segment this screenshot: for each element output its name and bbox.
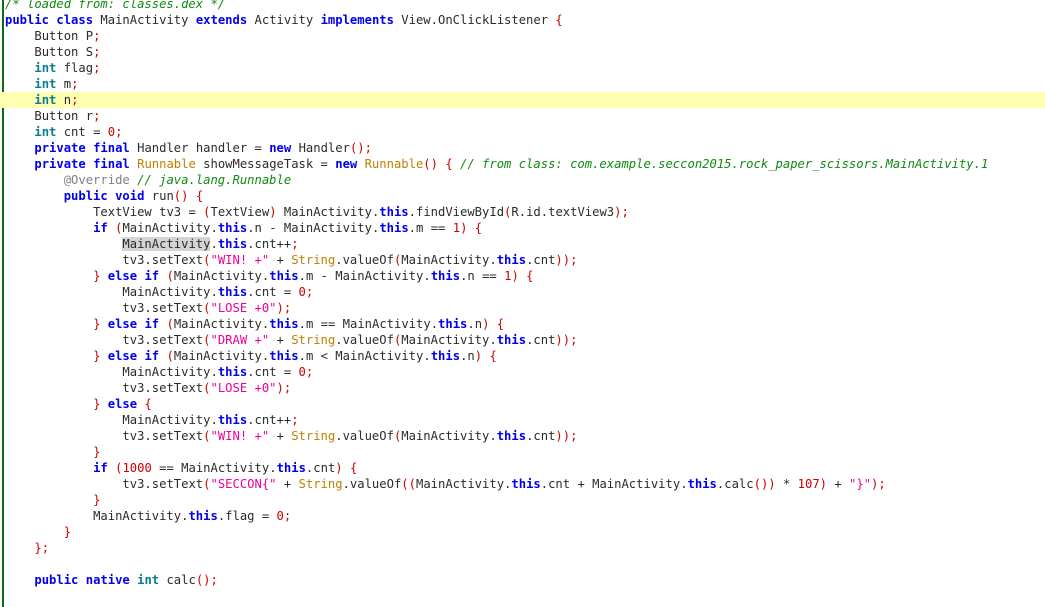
code-line[interactable]: Button r; (0, 108, 1045, 124)
code-editor-view[interactable]: /* loaded from: classes.dex */public cla… (0, 0, 1045, 607)
code-line[interactable]: tv3.setText("WIN! +" + String.valueOf(Ma… (0, 428, 1045, 444)
code-line[interactable]: MainActivity.this.cnt++; (0, 412, 1045, 428)
code-line[interactable]: tv3.setText("LOSE +0"); (0, 300, 1045, 316)
code-line[interactable]: } else { (0, 396, 1045, 412)
code-line[interactable]: tv3.setText("DRAW +" + String.valueOf(Ma… (0, 332, 1045, 348)
code-line[interactable]: tv3.setText("SECCON{" + String.valueOf((… (0, 476, 1045, 492)
code-line[interactable]: } else if (MainActivity.this.m < MainAct… (0, 348, 1045, 364)
code-line[interactable]: tv3.setText("WIN! +" + String.valueOf(Ma… (0, 252, 1045, 268)
code-line[interactable]: } (0, 524, 1045, 540)
code-line[interactable]: TextView tv3 = (TextView) MainActivity.t… (0, 204, 1045, 220)
code-line[interactable] (0, 588, 1045, 604)
code-line[interactable]: MainActivity.this.flag = 0; (0, 508, 1045, 524)
code-line[interactable]: int n; (0, 92, 1045, 108)
code-line[interactable]: int m; (0, 76, 1045, 92)
code-line[interactable]: /* loaded from: classes.dex */ (0, 0, 1045, 12)
code-line[interactable]: MainActivity.this.cnt = 0; (0, 284, 1045, 300)
code-line[interactable]: } (0, 492, 1045, 508)
code-line[interactable]: private final Runnable showMessageTask =… (0, 156, 1045, 172)
code-line[interactable]: public void run() { (0, 188, 1045, 204)
code-line[interactable]: } (0, 444, 1045, 460)
code-line[interactable]: Button S; (0, 44, 1045, 60)
code-line[interactable]: tv3.setText("LOSE +0"); (0, 380, 1045, 396)
selected-token: MainActivity (122, 237, 211, 251)
code-line[interactable]: }; (0, 540, 1045, 556)
code-line[interactable]: private final Handler handler = new Hand… (0, 140, 1045, 156)
code-line[interactable]: int cnt = 0; (0, 124, 1045, 140)
code-line[interactable]: public class MainActivity extends Activi… (0, 12, 1045, 28)
code-line[interactable]: MainActivity.this.cnt = 0; (0, 364, 1045, 380)
code-line[interactable]: @Override // java.lang.Runnable (0, 172, 1045, 188)
code-line[interactable]: int flag; (0, 60, 1045, 76)
source-code-block[interactable]: /* loaded from: classes.dex */public cla… (0, 0, 1045, 604)
code-line[interactable]: Button P; (0, 28, 1045, 44)
code-line[interactable]: } else if (MainActivity.this.m - MainAct… (0, 268, 1045, 284)
code-line[interactable]: } else if (MainActivity.this.m == MainAc… (0, 316, 1045, 332)
code-line[interactable]: public native int calc(); (0, 572, 1045, 588)
code-line[interactable]: if (1000 == MainActivity.this.cnt) { (0, 460, 1045, 476)
code-line[interactable]: MainActivity.this.cnt++; (0, 236, 1045, 252)
code-line[interactable] (0, 556, 1045, 572)
code-line[interactable]: if (MainActivity.this.n - MainActivity.t… (0, 220, 1045, 236)
